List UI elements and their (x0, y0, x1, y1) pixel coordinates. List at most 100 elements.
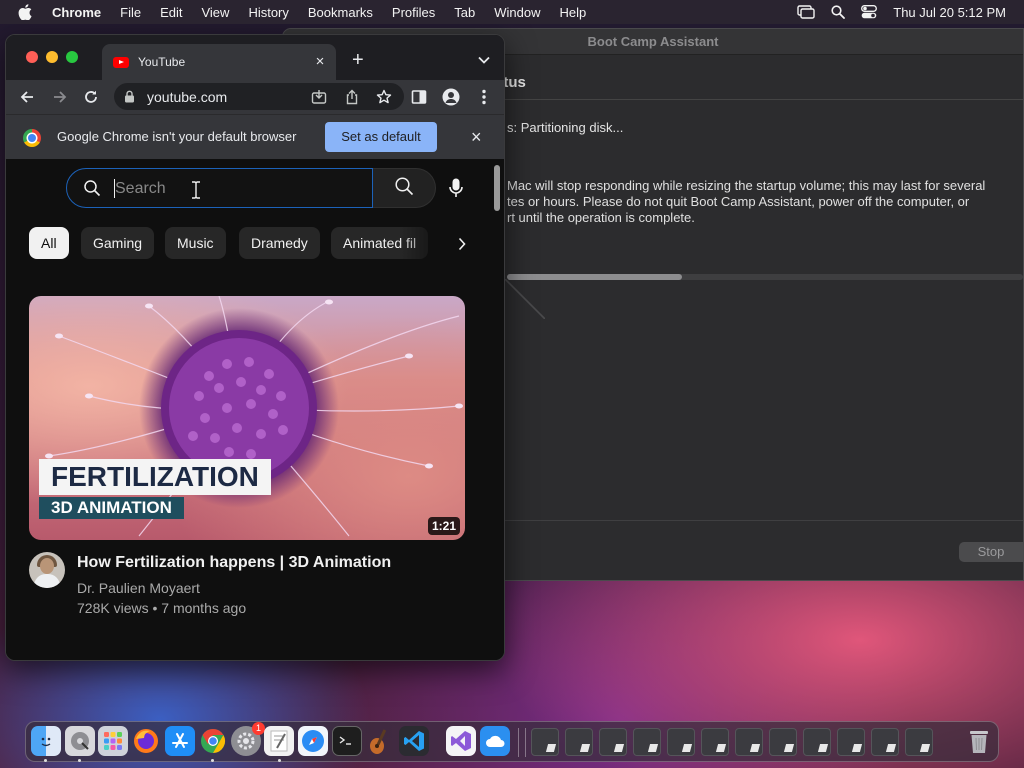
thumbnail-caption-line1: FERTILIZATION (39, 459, 271, 495)
thumbnail-caption-line2: 3D ANIMATION (39, 497, 184, 519)
minimized-window[interactable] (803, 728, 831, 756)
chip-dramedy[interactable]: Dramedy (239, 227, 320, 259)
youtube-search-button[interactable] (373, 168, 436, 208)
chrome-icon[interactable] (198, 726, 228, 756)
icloud-icon[interactable] (480, 726, 510, 756)
search-icon (394, 176, 414, 201)
avatar-body (34, 574, 60, 588)
share-icon[interactable] (341, 86, 363, 108)
page-scrollbar[interactable] (494, 165, 500, 211)
chrome-logo-icon (23, 129, 41, 147)
window-close-button[interactable] (26, 51, 38, 63)
minimized-window[interactable] (905, 728, 933, 756)
app-store-icon[interactable] (165, 726, 195, 756)
menubar-clock[interactable]: Thu Jul 20 5:12 PM (893, 5, 1006, 20)
disk-utility-icon[interactable] (65, 726, 95, 756)
chip-gaming[interactable]: Gaming (81, 227, 155, 259)
apple-icon[interactable] (18, 4, 32, 20)
menu-file[interactable]: File (120, 5, 141, 20)
menu-tab[interactable]: Tab (454, 5, 475, 20)
screen-mirroring-icon[interactable] (797, 5, 815, 19)
more-menu-icon[interactable] (473, 86, 495, 108)
minimized-window[interactable] (701, 728, 729, 756)
window-zoom-button[interactable] (66, 51, 78, 63)
menu-edit[interactable]: Edit (160, 5, 182, 20)
minimized-window[interactable] (599, 728, 627, 756)
youtube-search-box[interactable] (66, 168, 373, 208)
youtube-search-input[interactable] (115, 177, 345, 201)
menu-app-name[interactable]: Chrome (52, 5, 101, 20)
safari-icon[interactable] (298, 726, 328, 756)
menu-bookmarks[interactable]: Bookmarks (308, 5, 373, 20)
browser-toolbar: youtube.com (6, 80, 504, 114)
bootcamp-warning-text: Mac will stop responding while resizing … (507, 178, 1017, 226)
vscode-icon[interactable] (399, 726, 429, 756)
video-duration-badge: 1:21 (427, 517, 460, 535)
video-thumbnail[interactable]: FERTILIZATION 3D ANIMATION 1:21 (29, 296, 465, 540)
menu-profiles[interactable]: Profiles (392, 5, 435, 20)
infobar-close-icon[interactable]: × (471, 127, 482, 147)
avatar-face (40, 558, 54, 574)
reload-icon[interactable] (80, 86, 102, 108)
firefox-icon[interactable] (131, 726, 161, 756)
microphone-icon[interactable] (449, 178, 463, 203)
text-cursor-icon (191, 181, 201, 204)
category-chip-bar: All Gaming Music Dramedy Animated fil (29, 227, 469, 261)
minimized-window[interactable] (633, 728, 661, 756)
control-center-icon[interactable] (861, 5, 878, 19)
menu-bar: Chrome File Edit View History Bookmarks … (0, 0, 1024, 24)
warning-line: rt until the operation is complete. (507, 210, 695, 225)
menu-view[interactable]: View (201, 5, 229, 20)
side-panel-icon[interactable] (408, 86, 430, 108)
chip-all[interactable]: All (29, 227, 69, 259)
stop-button[interactable]: Stop (959, 542, 1023, 562)
tab-youtube[interactable]: YouTube × (102, 44, 336, 80)
video-title[interactable]: How Fertilization happens | 3D Animation (77, 554, 391, 572)
address-bar[interactable]: youtube.com (114, 83, 404, 110)
tab-close-icon[interactable]: × (312, 54, 328, 70)
menu-window[interactable]: Window (494, 5, 540, 20)
window-minimize-button[interactable] (46, 51, 58, 63)
install-app-icon[interactable] (308, 86, 330, 108)
back-arrow-icon[interactable] (16, 86, 38, 108)
tab-search-chevron-icon[interactable] (478, 51, 490, 69)
minimized-window[interactable] (531, 728, 559, 756)
chip-music[interactable]: Music (165, 227, 226, 259)
tab-title: YouTube (138, 55, 186, 69)
new-tab-button[interactable]: + (352, 50, 364, 70)
minimized-window[interactable] (871, 728, 899, 756)
lock-icon[interactable] (124, 90, 135, 108)
garageband-icon[interactable] (365, 726, 395, 756)
profile-icon[interactable] (440, 86, 462, 108)
infobar-message: Google Chrome isn't your default browser (57, 129, 297, 144)
forward-arrow-icon[interactable] (49, 86, 71, 108)
minimized-window[interactable] (735, 728, 763, 756)
channel-name[interactable]: Dr. Paulien Moyaert (77, 580, 200, 596)
launchpad-icon[interactable] (98, 726, 128, 756)
chevron-right-icon[interactable] (452, 234, 472, 254)
textedit-icon[interactable] (264, 726, 294, 756)
visual-studio-icon[interactable] (446, 726, 476, 756)
bookmark-star-icon[interactable] (373, 86, 395, 108)
search-icon (83, 179, 101, 202)
channel-avatar[interactable] (29, 552, 65, 588)
bootcamp-progress-bar (507, 274, 1023, 280)
menu-history[interactable]: History (248, 5, 288, 20)
video-metadata: 728K views • 7 months ago (77, 600, 247, 616)
set-as-default-button[interactable]: Set as default (325, 122, 437, 152)
youtube-page: All Gaming Music Dramedy Animated fil (6, 159, 504, 660)
bootcamp-status-text: s: Partitioning disk... (507, 120, 624, 135)
minimized-window[interactable] (565, 728, 593, 756)
minimized-window[interactable] (667, 728, 695, 756)
finder-icon[interactable] (31, 726, 61, 756)
minimized-window[interactable] (769, 728, 797, 756)
default-browser-infobar: Google Chrome isn't your default browser… (6, 114, 504, 159)
trash-icon[interactable] (964, 726, 994, 756)
minimized-window[interactable] (837, 728, 865, 756)
url-text[interactable]: youtube.com (147, 89, 227, 105)
terminal-icon[interactable] (332, 726, 362, 756)
spotlight-search-icon[interactable] (831, 5, 846, 19)
system-settings-icon[interactable]: 1 (231, 722, 265, 756)
menu-help[interactable]: Help (560, 5, 587, 20)
dock: 1 (25, 721, 999, 762)
